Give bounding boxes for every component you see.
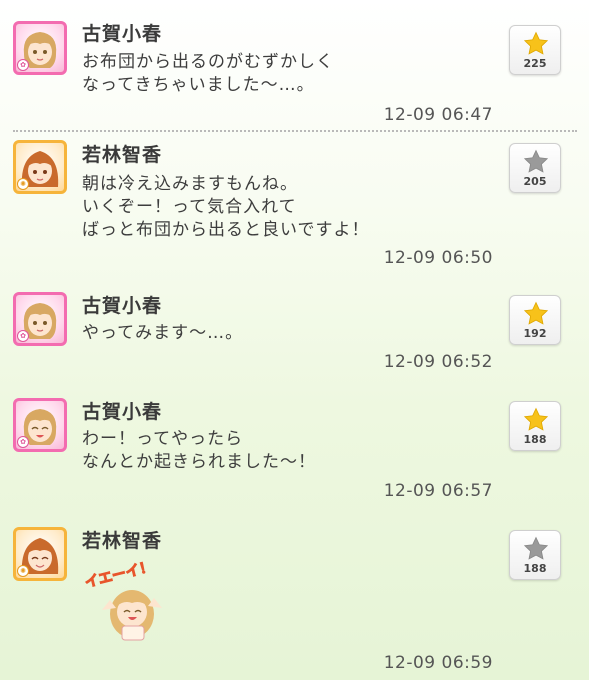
message-line: お布団から出るのがむずかしく bbox=[82, 52, 334, 72]
like-count: 188 bbox=[523, 562, 547, 575]
star-icon bbox=[523, 31, 549, 55]
avatar[interactable]: ✿ bbox=[13, 398, 67, 452]
sun-icon: ✺ bbox=[17, 565, 29, 577]
like-button[interactable]: 205 bbox=[509, 143, 561, 193]
divider bbox=[13, 130, 577, 132]
star-icon bbox=[523, 407, 549, 431]
sun-icon: ✺ bbox=[17, 178, 29, 190]
like-count: 205 bbox=[523, 175, 547, 188]
message-text: 朝は冷え込みますもんね。 いくぞー！って気合入れて ばっと布団から出ると良いです… bbox=[82, 173, 370, 242]
timestamp: 12-09 06:57 bbox=[383, 481, 493, 501]
sender-name[interactable]: 古賀小春 bbox=[82, 19, 162, 46]
timestamp: 12-09 06:52 bbox=[383, 352, 493, 372]
message-text: お布団から出るのがむずかしく なってきちゃいました〜…。 bbox=[82, 51, 334, 97]
message-line: 朝は冷え込みますもんね。 bbox=[82, 174, 298, 194]
like-button[interactable]: 188 bbox=[509, 530, 561, 580]
message-line: いくぞー！って気合入れて bbox=[82, 197, 297, 217]
message-text: わー！ってやったら なんとか起きられました〜！ bbox=[82, 428, 316, 474]
like-count: 225 bbox=[523, 57, 547, 70]
avatar[interactable]: ✿ bbox=[13, 292, 67, 346]
message-line: やってみます〜…。 bbox=[82, 323, 244, 343]
like-button[interactable]: 192 bbox=[509, 295, 561, 345]
sticker-image[interactable]: イエーイ！ bbox=[82, 558, 174, 642]
star-icon bbox=[523, 301, 549, 325]
flower-icon: ✿ bbox=[17, 59, 29, 71]
sender-name[interactable]: 若林智香 bbox=[82, 526, 162, 553]
flower-icon: ✿ bbox=[17, 436, 29, 448]
flower-icon: ✿ bbox=[17, 330, 29, 342]
avatar[interactable]: ✺ bbox=[13, 140, 67, 194]
sender-name[interactable]: 古賀小春 bbox=[82, 291, 162, 318]
message-line: わー！ってやったら bbox=[82, 429, 244, 449]
star-icon bbox=[523, 536, 549, 560]
timestamp: 12-09 06:47 bbox=[383, 105, 493, 125]
timestamp: 12-09 06:50 bbox=[383, 248, 493, 268]
like-count: 192 bbox=[523, 327, 547, 340]
sender-name[interactable]: 若林智香 bbox=[82, 140, 162, 167]
timestamp: 12-09 06:59 bbox=[383, 653, 493, 673]
message-line: ばっと布団から出ると良いですよ！ bbox=[82, 220, 370, 240]
message-text: やってみます〜…。 bbox=[82, 322, 243, 345]
like-button[interactable]: 188 bbox=[509, 401, 561, 451]
star-icon bbox=[523, 149, 549, 173]
like-button[interactable]: 225 bbox=[509, 25, 561, 75]
sender-name[interactable]: 古賀小春 bbox=[82, 397, 162, 424]
avatar[interactable]: ✿ bbox=[13, 21, 67, 75]
message-line: なんとか起きられました〜！ bbox=[82, 452, 316, 472]
like-count: 188 bbox=[523, 433, 547, 446]
avatar[interactable]: ✺ bbox=[13, 527, 67, 581]
message-line: なってきちゃいました〜…。 bbox=[82, 75, 315, 95]
